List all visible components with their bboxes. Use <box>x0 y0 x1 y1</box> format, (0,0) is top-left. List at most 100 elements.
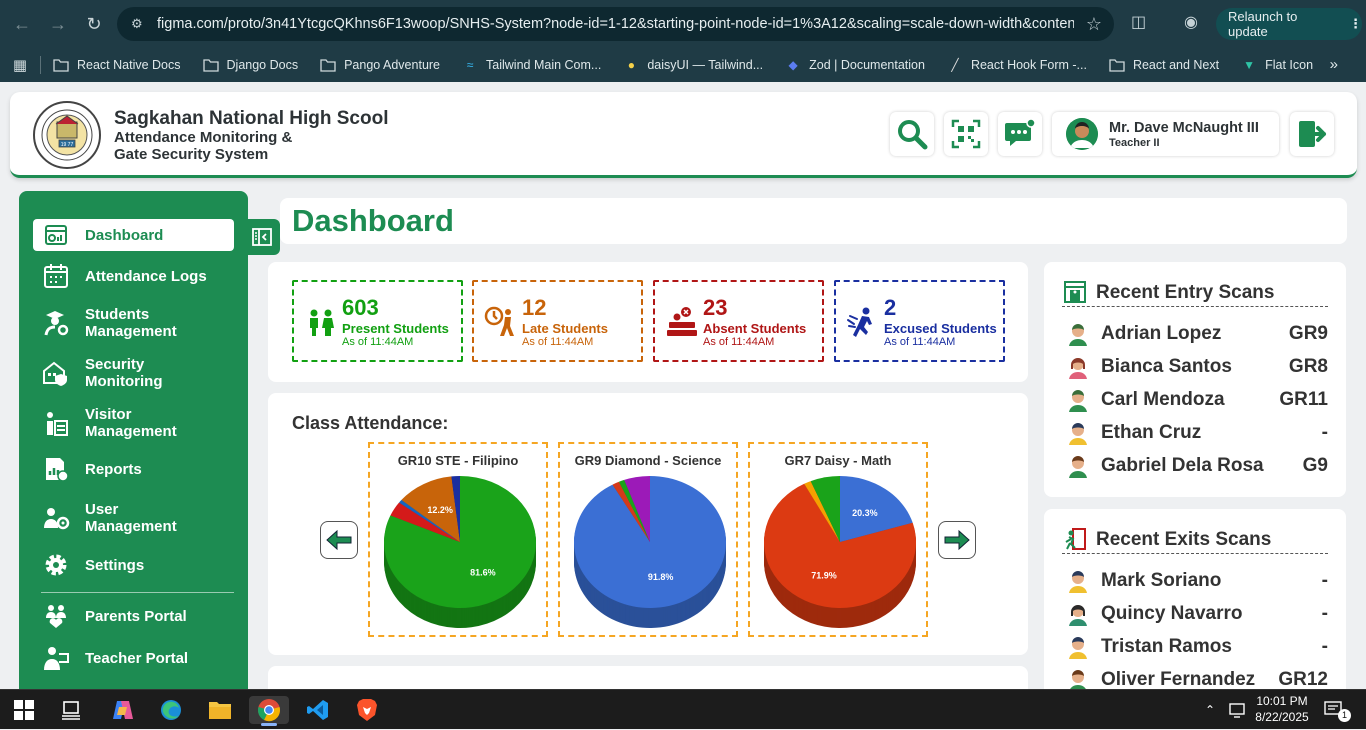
stat-absent[interactable]: 23 Absent Students As of 11:44AM <box>653 280 824 362</box>
pie-title: GR10 STE - Filipino <box>397 453 519 468</box>
vscode-icon[interactable] <box>298 696 338 724</box>
sidebar-item-security-monitoring[interactable]: Security Monitoring <box>33 353 234 393</box>
bookmark-item[interactable]: ≈ Tailwind Main Com... <box>462 57 602 73</box>
stat-value: 23 <box>703 295 728 320</box>
sidebar-item-user-management[interactable]: User Management <box>33 498 234 538</box>
copilot-icon[interactable] <box>103 696 143 724</box>
bookmark-label: Pango Adventure <box>344 58 441 72</box>
pie-card[interactable]: GR9 Diamond - Science 91.8% <box>558 442 738 637</box>
apps-grid-icon[interactable]: ▦ <box>0 56 40 74</box>
bookmark-label: Zod | Documentation <box>809 58 925 72</box>
sidebar-item-teacher-portal[interactable]: Teacher Portal <box>33 642 234 674</box>
bookmark-item[interactable]: Pango Adventure <box>320 57 440 73</box>
forward-button[interactable]: → <box>40 6 76 42</box>
scan-grade: - <box>1321 570 1328 591</box>
bookmark-star-icon[interactable]: ☆ <box>1074 14 1114 35</box>
bookmark-item[interactable]: ◆ Zod | Documentation <box>785 57 925 73</box>
student-gear-icon <box>41 308 71 338</box>
sidebar-item-visitor-management[interactable]: Visitor Management <box>33 403 234 443</box>
user-profile-card[interactable]: Mr. Dave McNaught III Teacher II <box>1052 112 1279 156</box>
building-shield-icon <box>41 358 71 388</box>
next-class-button[interactable] <box>938 521 976 559</box>
pie-slice-label: 81.6% <box>470 567 496 577</box>
bookmark-label: Flat Icon <box>1265 58 1314 72</box>
search-button[interactable] <box>890 112 934 156</box>
arrow-left-icon <box>326 529 352 551</box>
stat-late[interactable]: 12 Late Students As of 11:44AM <box>472 280 643 362</box>
pie-title: GR7 Daisy - Math <box>784 453 892 468</box>
sidebar-collapse-button[interactable] <box>244 219 280 255</box>
sidebar-toggle-icon <box>252 228 272 246</box>
bookmark-item[interactable]: ╱ React Hook Form -... <box>947 57 1087 73</box>
back-button[interactable]: ← <box>4 6 40 42</box>
edge-browser-icon[interactable] <box>151 696 191 724</box>
stat-present[interactable]: 603 Present Students As of 11:44AM <box>292 280 463 362</box>
folder-icon <box>320 57 336 73</box>
prev-class-button[interactable] <box>320 521 358 559</box>
menu-dots-icon[interactable]: ⋮ <box>1349 16 1362 32</box>
list-item[interactable]: Bianca Santos GR8 <box>1066 354 1328 380</box>
folder-icon <box>1109 57 1125 73</box>
list-item[interactable]: Adrian Lopez GR9 <box>1066 321 1328 347</box>
pie-slice-label: 20.3% <box>852 508 878 518</box>
tailwind-icon: ≈ <box>466 58 474 72</box>
sidebar-item-settings[interactable]: Settings <box>33 549 234 581</box>
list-item[interactable]: Quincy Navarro - <box>1066 601 1328 627</box>
sidebar-item-students-management[interactable]: Students Management <box>33 303 234 343</box>
more-bookmarks-icon[interactable]: » <box>1330 56 1338 73</box>
divider <box>1062 553 1328 554</box>
daisyui-icon: ● <box>627 58 635 72</box>
logout-button[interactable] <box>1290 112 1334 156</box>
scan-name: Bianca Santos <box>1101 356 1232 377</box>
list-item[interactable]: Ethan Cruz - <box>1066 420 1328 446</box>
bookmark-item[interactable]: React and Next <box>1109 57 1219 73</box>
list-item[interactable]: Tristan Ramos - <box>1066 634 1328 660</box>
bookmark-item[interactable]: ▼ Flat Icon <box>1241 57 1313 73</box>
reload-button[interactable]: ↻ <box>76 6 112 42</box>
list-item[interactable]: Gabriel Dela Rosa G9 <box>1066 453 1328 479</box>
search-icon <box>898 120 928 150</box>
bookmark-item[interactable]: Django Docs <box>202 57 298 73</box>
stat-excused[interactable]: 2 Excused Students As of 11:44AM <box>834 280 1005 362</box>
pie-card[interactable]: GR10 STE - Filipino 81.6% 12.2% <box>368 442 548 637</box>
sidebar-item-label: Students Management <box>85 306 177 340</box>
sidebar-item-reports[interactable]: Reports <box>33 453 234 485</box>
sidebar-item-attendance-logs[interactable]: Attendance Logs <box>33 259 234 293</box>
student-avatar-icon <box>1069 358 1087 379</box>
chrome-browser-icon[interactable] <box>249 696 289 726</box>
system-clock[interactable]: 10:01 PM 8/22/2025 <box>1253 693 1311 725</box>
system-name-line2: Gate Security System <box>114 146 269 163</box>
windows-start-icon[interactable] <box>4 696 44 724</box>
pie-title: GR9 Diamond - Science <box>574 453 722 468</box>
bookmark-item[interactable]: ● daisyUI — Tailwind... <box>623 57 763 73</box>
list-item[interactable]: Mark Soriano - <box>1066 568 1328 594</box>
visitor-icon <box>41 408 71 438</box>
scan-name: Quincy Navarro <box>1101 603 1243 624</box>
sidebar-item-parents-portal[interactable]: Parents Portal <box>33 600 234 632</box>
task-view-icon[interactable] <box>51 696 91 724</box>
sidebar-item-dashboard[interactable]: Dashboard <box>33 219 234 251</box>
file-explorer-icon[interactable] <box>200 696 240 724</box>
brave-browser-icon[interactable] <box>347 696 387 724</box>
class-attendance-title: Class Attendance: <box>292 413 449 433</box>
extensions-icon[interactable]: ◫ <box>1131 12 1146 32</box>
qr-scan-button[interactable] <box>944 112 988 156</box>
address-bar[interactable]: ⚙ figma.com/proto/3n41YtcgcQKhns6F13woop… <box>117 7 1114 41</box>
network-icon[interactable] <box>1228 690 1246 730</box>
bookmark-item[interactable]: React Native Docs <box>53 57 181 73</box>
profile-icon[interactable]: ◉ <box>1184 12 1198 32</box>
url-text[interactable]: figma.com/proto/3n41YtcgcQKhns6F13woop/S… <box>157 16 1074 32</box>
messages-button[interactable] <box>998 112 1042 156</box>
pie-slice-label: 71.9% <box>811 571 837 581</box>
relaunch-button[interactable]: Relaunch to update ⋮ <box>1216 8 1362 40</box>
visitor-avatar-icon <box>1069 637 1087 659</box>
bookmark-label: React Native Docs <box>77 58 181 72</box>
dashboard-icon <box>41 220 71 250</box>
list-item[interactable]: Carl Mendoza GR11 <box>1066 387 1328 413</box>
pie-card[interactable]: GR7 Daisy - Math 20.3% 71.9% <box>748 442 928 637</box>
site-info-icon[interactable]: ⚙ <box>131 16 147 32</box>
pie-slice-label: 91.8% <box>648 572 674 582</box>
tray-chevron-icon[interactable]: ⌃ <box>1205 690 1215 730</box>
notifications-icon[interactable]: 1 <box>1324 690 1351 730</box>
scan-name: Mark Soriano <box>1101 570 1222 591</box>
